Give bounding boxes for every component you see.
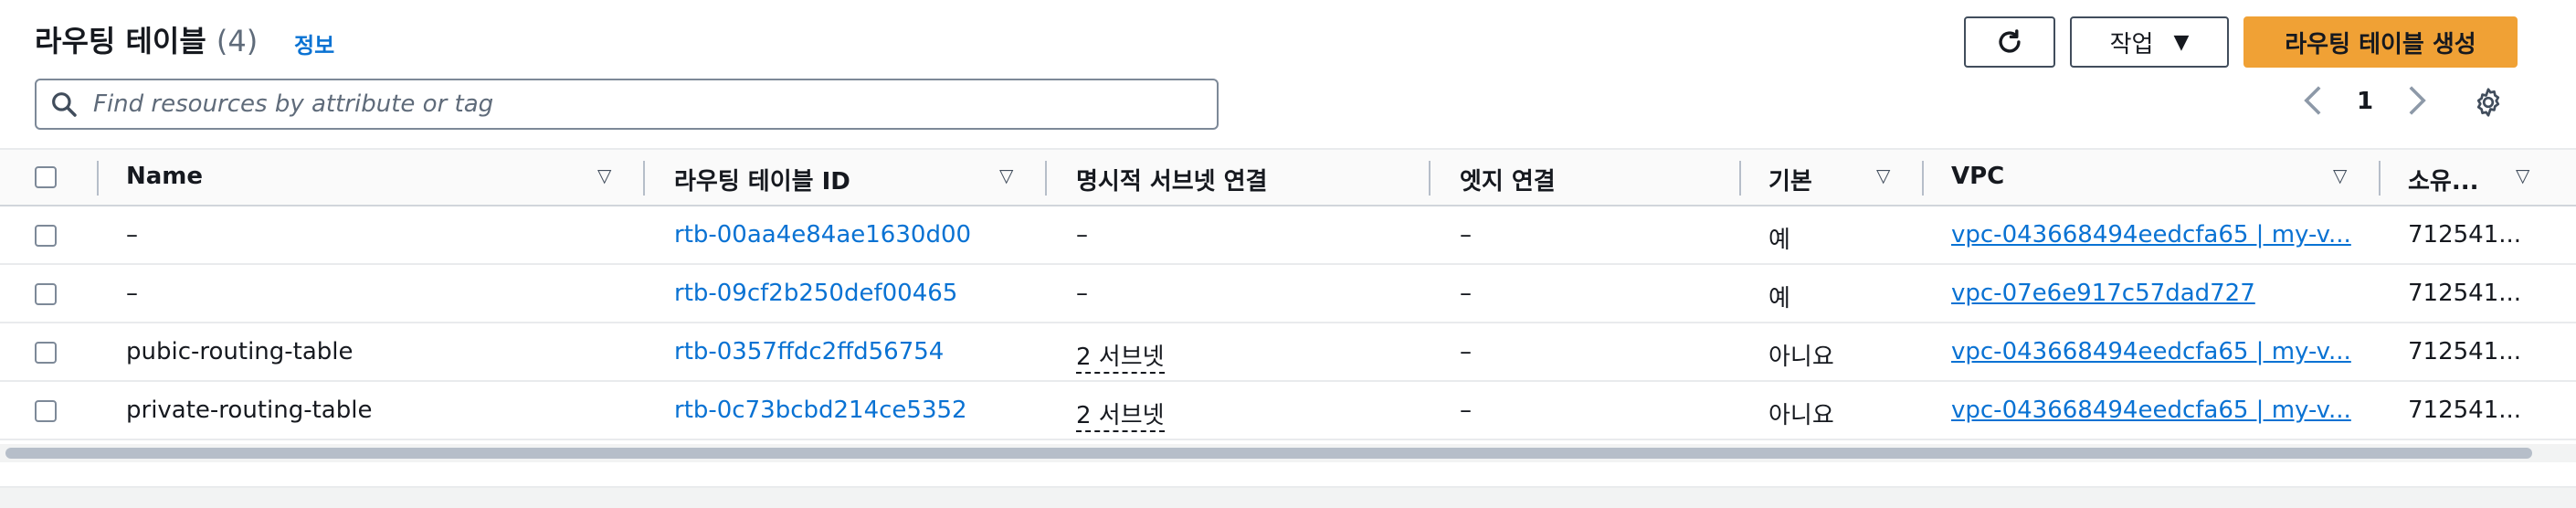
row-checkbox[interactable] [35, 342, 57, 364]
column-header-vpc[interactable]: VPC [1951, 163, 2004, 190]
cell-route-table-id[interactable]: rtb-0357ffdc2ffd56754 [674, 338, 944, 365]
column-header-main[interactable]: 기본 [1768, 163, 1812, 196]
row-checkbox[interactable] [35, 283, 57, 305]
column-resizer[interactable] [1739, 161, 1741, 196]
search-box[interactable] [35, 79, 1219, 130]
sort-icon[interactable]: ▽ [1876, 164, 1890, 186]
column-divider [97, 161, 99, 196]
cell-main: 아니요 [1768, 344, 1834, 371]
cell-edge: – [1460, 221, 1472, 249]
cell-owner: 712541... [2408, 397, 2522, 424]
resource-count: (4) [216, 24, 259, 58]
search-icon [52, 92, 77, 117]
cell-edge: – [1460, 280, 1472, 307]
create-route-table-button[interactable]: 라우팅 테이블 생성 [2243, 16, 2518, 68]
page-footer [0, 486, 2576, 508]
select-all-checkbox[interactable] [35, 166, 57, 188]
cell-main: 예 [1768, 227, 1790, 254]
cell-explicit-subnet[interactable]: 2 서브넷 [1076, 397, 1165, 432]
column-resizer[interactable] [2379, 161, 2381, 196]
cell-route-table-id[interactable]: rtb-09cf2b250def00465 [674, 280, 957, 307]
cell-name: – [126, 221, 138, 249]
column-resizer[interactable] [1429, 161, 1431, 196]
row-checkbox[interactable] [35, 400, 57, 422]
cell-name: – [126, 280, 138, 307]
actions-label: 작업 [2109, 30, 2154, 58]
refresh-button[interactable] [1964, 16, 2055, 68]
cell-explicit-subnet: – [1076, 280, 1088, 307]
cell-owner: 712541... [2408, 280, 2522, 307]
cell-vpc[interactable]: vpc-043668494eedcfa65 | my-v... [1951, 221, 2351, 249]
cell-vpc[interactable]: vpc-043668494eedcfa65 | my-v... [1951, 397, 2351, 424]
cell-main: 예 [1768, 285, 1790, 312]
column-header-explicit-subnet[interactable]: 명시적 서브넷 연결 [1076, 163, 1267, 196]
cell-edge: – [1460, 397, 1472, 424]
sort-icon[interactable]: ▽ [597, 164, 611, 186]
chevron-left-icon[interactable] [2302, 84, 2324, 125]
cell-route-table-id[interactable]: rtb-00aa4e84ae1630d00 [674, 221, 971, 249]
cell-vpc[interactable]: vpc-07e6e917c57dad727 [1951, 280, 2255, 307]
page-number[interactable]: 1 [2357, 88, 2373, 115]
column-header-owner[interactable]: 소유... [2408, 163, 2478, 196]
cell-main: 아니요 [1768, 402, 1834, 429]
sort-icon[interactable]: ▽ [2333, 164, 2347, 186]
chevron-right-icon[interactable] [2406, 84, 2428, 125]
scrollbar-thumb[interactable] [5, 448, 2532, 459]
column-resizer[interactable] [1922, 161, 1924, 196]
column-header-edge[interactable]: 엣지 연결 [1460, 163, 1556, 196]
table-row[interactable]: pubic-routing-table rtb-0357ffdc2ffd5675… [0, 323, 2576, 382]
table-header: Name ▽ 라우팅 테이블 ID ▽ 명시적 서브넷 연결 엣지 연결 기본 … [0, 148, 2576, 206]
cell-vpc[interactable]: vpc-043668494eedcfa65 | my-v... [1951, 338, 2351, 365]
cell-explicit-subnet[interactable]: 2 서브넷 [1076, 338, 1165, 374]
cell-owner: 712541... [2408, 221, 2522, 249]
row-checkbox[interactable] [35, 225, 57, 247]
page-title-text: 라우팅 테이블 [35, 24, 206, 58]
caret-down-icon: ▼ [2173, 30, 2190, 54]
cell-edge: – [1460, 338, 1472, 365]
gear-icon[interactable] [2472, 86, 2505, 122]
table-row[interactable]: – rtb-00aa4e84ae1630d00 – – 예 vpc-043668… [0, 206, 2576, 265]
sort-icon[interactable]: ▽ [999, 164, 1013, 186]
search-input[interactable] [91, 90, 1145, 119]
cell-explicit-subnet: – [1076, 221, 1088, 249]
info-link[interactable]: 정보 [294, 27, 334, 59]
column-resizer[interactable] [1045, 161, 1047, 196]
cell-route-table-id[interactable]: rtb-0c73bcbd214ce5352 [674, 397, 967, 424]
column-header-route-table-id[interactable]: 라우팅 테이블 ID [674, 163, 850, 196]
page-title: 라우팅 테이블 (4) [35, 18, 258, 60]
cell-owner: 712541... [2408, 338, 2522, 365]
cell-name: pubic-routing-table [126, 338, 354, 365]
column-resizer[interactable] [643, 161, 645, 196]
refresh-icon [1999, 29, 2021, 53]
column-header-name[interactable]: Name [126, 163, 203, 190]
actions-dropdown[interactable]: 작업 ▼ [2070, 16, 2229, 68]
table-row[interactable]: – rtb-09cf2b250def00465 – – 예 vpc-07e6e9… [0, 265, 2576, 323]
sort-icon[interactable]: ▽ [2516, 164, 2529, 186]
table-row[interactable]: private-routing-table rtb-0c73bcbd214ce5… [0, 382, 2576, 440]
cell-name: private-routing-table [126, 397, 373, 424]
